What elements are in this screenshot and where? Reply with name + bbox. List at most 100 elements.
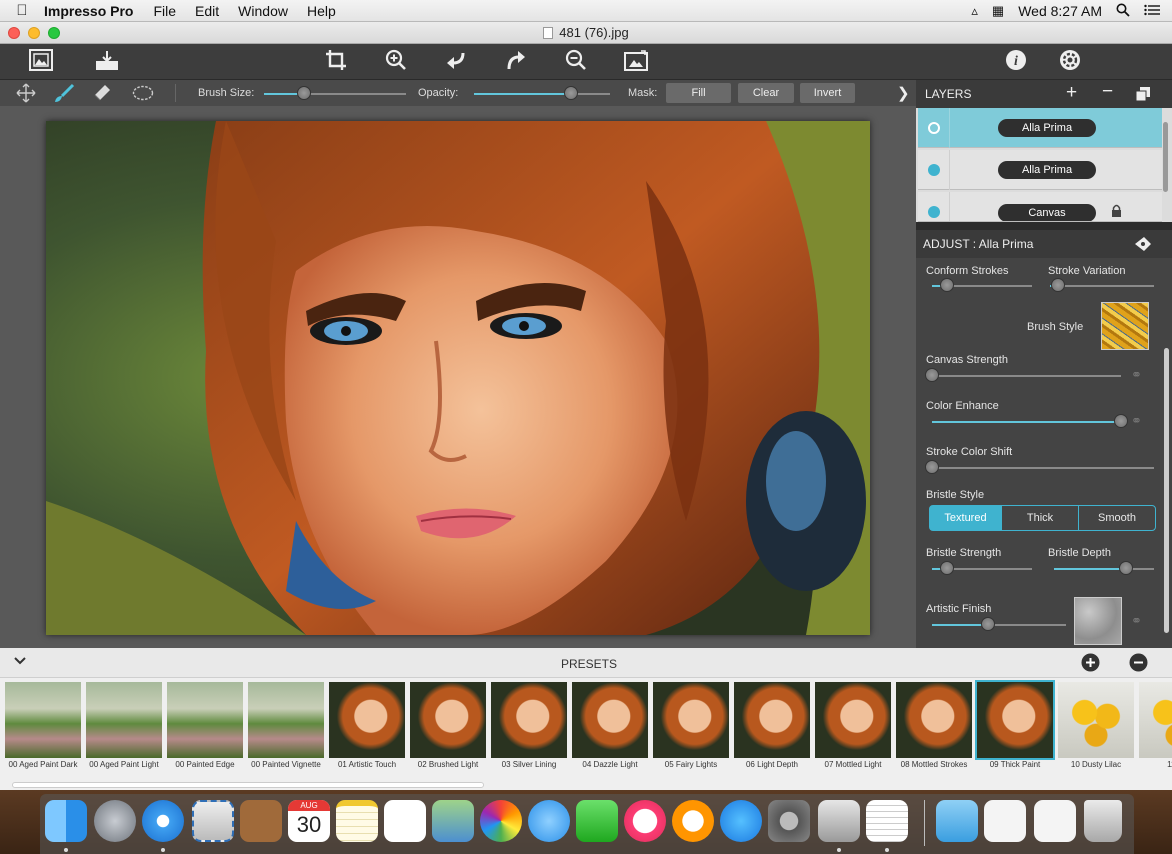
- adjust-scrollbar[interactable]: [1164, 348, 1169, 633]
- mask-clear-button[interactable]: Clear: [738, 83, 794, 103]
- preset-item[interactable]: 10 Dusty Lilac: [1058, 682, 1134, 782]
- menu-file[interactable]: File: [153, 3, 176, 19]
- brush-tool-icon[interactable]: [53, 83, 75, 106]
- photos-icon[interactable]: [480, 800, 522, 842]
- preset-item[interactable]: 01 Artistic Touch: [329, 682, 405, 782]
- preset-item[interactable]: 09 Thick Paint: [975, 680, 1055, 782]
- stroke-variation-slider[interactable]: [1050, 285, 1154, 287]
- info-icon[interactable]: i: [1003, 49, 1029, 75]
- preset-item[interactable]: 08 Mottled Strokes: [896, 682, 972, 782]
- notes-icon[interactable]: [336, 800, 378, 842]
- messages-icon[interactable]: [528, 800, 570, 842]
- undo-icon[interactable]: [443, 49, 469, 75]
- train-icon[interactable]: ▦: [992, 3, 1004, 19]
- contacts-icon[interactable]: [240, 800, 282, 842]
- link-icon[interactable]: ⚭: [1131, 613, 1142, 629]
- add-layer-icon[interactable]: +: [1066, 82, 1077, 104]
- opacity-knob[interactable]: [563, 86, 578, 100]
- apple-icon[interactable]: : [0, 2, 44, 19]
- close-window-button[interactable]: [8, 27, 20, 39]
- conform-strokes-knob[interactable]: [940, 278, 954, 292]
- zoom-in-icon[interactable]: [383, 49, 409, 75]
- preset-item[interactable]: 04 Dazzle Light: [572, 682, 648, 782]
- stroke-color-shift-knob[interactable]: [925, 460, 939, 474]
- bristle-depth-knob[interactable]: [1119, 561, 1133, 575]
- canvas-strength-slider[interactable]: [932, 375, 1121, 377]
- bristle-style-smooth[interactable]: Smooth: [1078, 505, 1156, 531]
- reset-eraser-icon[interactable]: [1134, 236, 1152, 255]
- lasso-tool-icon[interactable]: [132, 84, 154, 105]
- preset-item[interactable]: 03 Silver Lining: [491, 682, 567, 782]
- zoom-out-icon[interactable]: [563, 49, 589, 75]
- preset-item[interactable]: 00 Aged Paint Dark: [5, 682, 81, 782]
- crop-icon[interactable]: [323, 49, 349, 75]
- lock-icon[interactable]: [1111, 204, 1122, 221]
- layers-scrollbar[interactable]: [1163, 122, 1168, 192]
- preset-item[interactable]: 00 Aged Paint Light: [86, 682, 162, 782]
- presets-scrollbar[interactable]: [12, 782, 484, 788]
- artistic-finish-swatch[interactable]: [1074, 597, 1122, 645]
- layer-row[interactable]: Alla Prima: [918, 150, 1162, 190]
- layer-row[interactable]: Alla Prima: [918, 108, 1162, 148]
- preset-item[interactable]: 07 Mottled Light: [815, 682, 891, 782]
- save-image-icon[interactable]: [94, 49, 120, 75]
- launchpad-icon[interactable]: [94, 800, 136, 842]
- export-image-icon[interactable]: [623, 49, 649, 75]
- mask-fill-button[interactable]: Fill: [666, 83, 731, 103]
- remove-preset-icon[interactable]: [1129, 653, 1148, 675]
- brush-style-swatch[interactable]: [1101, 302, 1149, 350]
- system-preferences-icon[interactable]: [768, 800, 810, 842]
- layer-visibility-icon[interactable]: [928, 164, 940, 176]
- airplay-icon[interactable]: ▵: [971, 3, 978, 19]
- color-enhance-knob[interactable]: [1114, 414, 1128, 428]
- clock[interactable]: Wed 8:27 AM: [1018, 3, 1102, 19]
- layer-visibility-icon[interactable]: [928, 206, 940, 218]
- canvas-strength-knob[interactable]: [925, 368, 939, 382]
- ibooks-icon[interactable]: [672, 800, 714, 842]
- mail-icon[interactable]: [192, 800, 234, 842]
- minimize-window-button[interactable]: [28, 27, 40, 39]
- duplicate-layer-icon[interactable]: [1135, 87, 1150, 104]
- menu-help[interactable]: Help: [307, 3, 336, 19]
- add-preset-icon[interactable]: [1081, 653, 1100, 675]
- stroke-color-shift-slider[interactable]: [932, 467, 1154, 469]
- eraser-tool-icon[interactable]: [92, 83, 112, 106]
- itunes-icon[interactable]: [624, 800, 666, 842]
- preset-item[interactable]: 02 Brushed Light: [410, 682, 486, 782]
- spotlight-search-icon[interactable]: [1116, 3, 1130, 20]
- painted-portrait-image[interactable]: [46, 121, 870, 635]
- app-store-icon[interactable]: [720, 800, 762, 842]
- preset-item[interactable]: 05 Fairy Lights: [653, 682, 729, 782]
- collapse-presets-icon[interactable]: [13, 653, 27, 670]
- preset-item[interactable]: 00 Painted Vignette: [248, 682, 324, 782]
- brush-size-knob[interactable]: [296, 86, 311, 100]
- downloads-folder-icon[interactable]: [936, 800, 978, 842]
- menu-app-name[interactable]: Impresso Pro: [44, 3, 133, 19]
- link-icon[interactable]: ⚭: [1131, 367, 1142, 383]
- mask-invert-button[interactable]: Invert: [800, 83, 855, 103]
- stroke-variation-knob[interactable]: [1051, 278, 1066, 292]
- stack-folder-icon[interactable]: [1034, 800, 1076, 842]
- preset-item[interactable]: 11 Fa: [1139, 682, 1172, 782]
- finder-icon[interactable]: [45, 800, 87, 842]
- settings-icon[interactable]: [1057, 49, 1083, 75]
- layer-visibility-icon[interactable]: [928, 122, 940, 134]
- bristle-style-thick[interactable]: Thick: [1002, 505, 1079, 531]
- chevron-right-icon[interactable]: ❯: [897, 84, 910, 102]
- safari-icon[interactable]: [142, 800, 184, 842]
- open-image-icon[interactable]: [28, 49, 54, 75]
- bristle-style-textured[interactable]: Textured: [929, 505, 1002, 531]
- textedit-icon[interactable]: [866, 800, 908, 842]
- preset-item[interactable]: 00 Painted Edge: [167, 682, 243, 782]
- preset-item[interactable]: 06 Light Depth: [734, 682, 810, 782]
- layer-row[interactable]: Canvas: [918, 192, 1162, 222]
- stack-folder-icon[interactable]: [984, 800, 1026, 842]
- zoom-window-button[interactable]: [48, 27, 60, 39]
- move-tool-icon[interactable]: [16, 83, 36, 106]
- artistic-finish-knob[interactable]: [981, 617, 996, 631]
- remove-layer-icon[interactable]: −: [1102, 81, 1113, 103]
- bristle-strength-knob[interactable]: [940, 561, 954, 575]
- redo-icon[interactable]: [503, 49, 529, 75]
- menu-edit[interactable]: Edit: [195, 3, 219, 19]
- menu-window[interactable]: Window: [238, 3, 288, 19]
